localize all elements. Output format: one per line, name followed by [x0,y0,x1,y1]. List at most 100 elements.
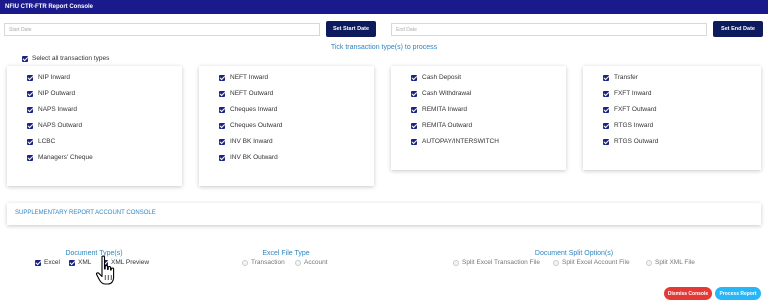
option-label: Excel [44,259,60,266]
transaction-option[interactable]: FXFT Outward [603,106,657,113]
checkbox-checked-icon[interactable] [27,90,33,97]
process-report-button[interactable]: Process Report [715,287,761,300]
option-label: NEFT Outward [230,90,274,97]
transaction-option[interactable]: NEFT Outward [219,90,273,97]
transaction-group-3: Cash Deposit Cash Withdrawal REMITA Inwa… [391,66,566,170]
transaction-group-2: NEFT Inward NEFT Outward Cheques Inward … [199,66,374,186]
excel-type-transaction[interactable]: Transaction [242,259,285,266]
checkbox-checked-icon[interactable] [219,138,225,145]
checkbox-checked-icon[interactable] [411,106,417,113]
checkbox-checked-icon[interactable] [219,154,225,161]
transaction-option[interactable]: Cheques Inward [219,106,277,113]
checkbox-checked-icon[interactable] [411,74,417,81]
transaction-option[interactable]: NAPS Outward [27,122,82,129]
option-label: NAPS Inward [38,106,78,113]
select-all-checkbox[interactable] [22,55,28,62]
supplementary-console-panel[interactable]: SUPPLEMENTARY REPORT ACCOUNT CONSOLE [7,203,761,225]
transaction-option[interactable]: Cheques Outward [219,122,282,129]
checkbox-checked-icon[interactable] [219,90,225,97]
option-label: Cheques Outward [230,122,283,129]
set-end-date-button[interactable]: Set End Date [713,21,763,37]
option-label: Cash Deposit [422,74,462,81]
split-excel-transaction[interactable]: Split Excel Transaction File [453,259,540,266]
document-types-title: Document Type(s) [65,250,123,257]
radio-icon[interactable] [295,259,301,266]
split-options-title: Document Split Option(s) [534,250,614,257]
option-label: NEFT Inward [230,74,269,81]
transaction-option[interactable]: Cash Withdrawal [411,90,471,97]
dismiss-console-button[interactable]: Dismiss Console [664,287,712,300]
checkbox-checked-icon[interactable] [603,90,609,97]
option-label: REMITA Outward [422,122,473,129]
option-label: Managers' Cheque [38,154,93,161]
transaction-option[interactable]: INV BK Outward [219,154,278,161]
checkbox-checked-icon[interactable] [69,259,75,266]
option-label: NIP Inward [38,74,71,81]
excel-type-account[interactable]: Account [295,259,328,266]
checkbox-checked-icon[interactable] [219,74,225,81]
radio-icon[interactable] [646,259,652,266]
option-label: NAPS Outward [38,122,83,129]
checkbox-checked-icon[interactable] [27,74,33,81]
supplementary-title[interactable]: SUPPLEMENTARY REPORT ACCOUNT CONSOLE [15,210,156,216]
transaction-option[interactable]: AUTOPAY/INTERSWITCH [411,138,499,145]
transaction-option[interactable]: REMITA Outward [411,122,472,129]
transaction-option[interactable]: INV BK Inward [219,138,273,145]
checkbox-checked-icon[interactable] [411,90,417,97]
select-all-checkbox-row[interactable]: Select all transaction types [22,55,109,62]
transaction-option[interactable]: NIP Outward [27,90,75,97]
excel-file-type-title: Excel File Type [262,250,310,257]
checkbox-checked-icon[interactable] [603,138,609,145]
checkbox-checked-icon[interactable] [411,138,417,145]
checkbox-checked-icon[interactable] [27,138,33,145]
radio-icon[interactable] [453,259,459,266]
option-label: Split Excel Account File [562,259,630,266]
option-label: RTGS Inward [614,122,654,129]
transaction-option[interactable]: Transfer [603,74,638,81]
transaction-option[interactable]: LCBC [27,138,55,145]
option-label: INV BK Outward [230,154,278,161]
checkbox-checked-icon[interactable] [27,154,33,161]
checkbox-checked-icon[interactable] [27,106,33,113]
checkbox-checked-icon[interactable] [219,122,225,129]
transaction-option[interactable]: RTGS Inward [603,122,653,129]
option-label: AUTOPAY/INTERSWITCH [422,138,499,145]
transaction-option[interactable]: NEFT Inward [219,74,268,81]
option-label: FXFT Outward [614,106,657,113]
option-label: Transfer [614,74,638,81]
doc-type-xml[interactable]: XML [69,259,91,266]
transaction-option[interactable]: NIP Inward [27,74,70,81]
transaction-option[interactable]: REMITA Inward [411,106,467,113]
doc-type-excel[interactable]: Excel [35,259,60,266]
option-label: Transaction [251,259,285,266]
set-start-date-button[interactable]: Set Start Date [326,21,376,37]
transaction-group-1: NIP Inward NIP Outward NAPS Inward NAPS … [7,66,182,186]
app-title: NFIU CTR-FTR Report Console [0,0,768,14]
split-xml[interactable]: Split XML File [646,259,695,266]
checkbox-checked-icon[interactable] [603,106,609,113]
option-label: Cash Withdrawal [422,90,472,97]
checkbox-checked-icon[interactable] [603,122,609,129]
hand-pointer-icon [95,255,115,285]
radio-icon[interactable] [553,259,559,266]
transaction-option[interactable]: Cash Deposit [411,74,461,81]
checkbox-checked-icon[interactable] [603,74,609,81]
checkbox-checked-icon[interactable] [35,259,41,266]
transaction-option[interactable]: NAPS Inward [27,106,77,113]
select-all-label: Select all transaction types [32,55,110,62]
checkbox-checked-icon[interactable] [27,122,33,129]
option-label: REMITA Inward [422,106,468,113]
split-excel-account[interactable]: Split Excel Account File [553,259,630,266]
option-label: Cheques Inward [230,106,278,113]
radio-icon[interactable] [242,259,248,266]
transaction-option[interactable]: Managers' Cheque [27,154,93,161]
transaction-option[interactable]: RTGS Outward [603,138,658,145]
end-date-input[interactable]: End Date [391,23,707,36]
option-label: NIP Outward [38,90,76,97]
start-date-input[interactable]: Start Date [4,23,320,36]
transaction-option[interactable]: FXFT Inward [603,90,651,97]
option-label: FXFT Inward [614,90,652,97]
checkbox-checked-icon[interactable] [411,122,417,129]
option-label: Split Excel Transaction File [462,259,541,266]
checkbox-checked-icon[interactable] [219,106,225,113]
